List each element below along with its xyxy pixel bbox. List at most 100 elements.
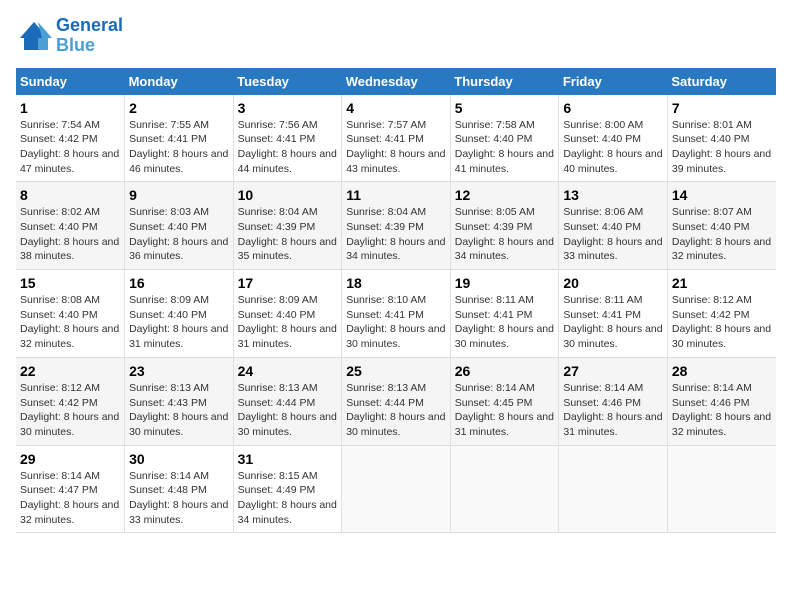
calendar-header-saturday: Saturday: [667, 68, 776, 95]
calendar-cell: 11Sunrise: 8:04 AMSunset: 4:39 PMDayligh…: [342, 182, 451, 270]
day-number: 4: [346, 100, 446, 116]
day-info: Sunrise: 8:01 AMSunset: 4:40 PMDaylight:…: [672, 118, 772, 177]
day-info: Sunrise: 8:06 AMSunset: 4:40 PMDaylight:…: [563, 205, 663, 264]
calendar-cell: [667, 445, 776, 533]
calendar-cell: 25 Sunrise: 8:13 AMSunset: 4:44 PMDayligh…: [342, 357, 451, 445]
day-info: Sunrise: 8:13 AMSunset: 4:43 PMDaylight:…: [129, 381, 229, 440]
day-number: 25: [346, 363, 446, 379]
calendar-table: SundayMondayTuesdayWednesdayThursdayFrid…: [16, 68, 776, 534]
calendar-header-sunday: Sunday: [16, 68, 125, 95]
day-number: 18: [346, 275, 446, 291]
calendar-week-4: 22Sunrise: 8:12 AMSunset: 4:42 PMDayligh…: [16, 357, 776, 445]
day-info: Sunrise: 8:14 AMSunset: 4:48 PMDaylight:…: [129, 469, 229, 528]
day-number: 13: [563, 187, 663, 203]
day-info: Sunrise: 7:57 AMSunset: 4:41 PMDaylight:…: [346, 118, 446, 177]
calendar-header-tuesday: Tuesday: [233, 68, 342, 95]
day-number: 9: [129, 187, 229, 203]
day-number: 2: [129, 100, 229, 116]
calendar-cell: 3Sunrise: 7:56 AMSunset: 4:41 PMDaylight…: [233, 95, 342, 182]
calendar-header-thursday: Thursday: [450, 68, 559, 95]
calendar-cell: 1 Sunrise: 7:54 AMSunset: 4:42 PMDaylight…: [16, 95, 125, 182]
calendar-header-wednesday: Wednesday: [342, 68, 451, 95]
calendar-cell: 28 Sunrise: 8:14 AMSunset: 4:46 PMDayligh…: [667, 357, 776, 445]
calendar-cell: 15 Sunrise: 8:08 AMSunset: 4:40 PMDayligh…: [16, 270, 125, 358]
calendar-cell: 27 Sunrise: 8:14 AMSunset: 4:46 PMDayligh…: [559, 357, 668, 445]
day-number: 31: [238, 451, 338, 467]
day-number: 27: [563, 363, 663, 379]
calendar-week-5: 29 Sunrise: 8:14 AMSunset: 4:47 PMDayligh…: [16, 445, 776, 533]
day-info: Sunrise: 8:14 AMSunset: 4:46 PMDaylight:…: [672, 381, 772, 440]
day-number: 8: [20, 187, 120, 203]
day-number: 23: [129, 363, 229, 379]
calendar-cell: 18 Sunrise: 8:10 AMSunset: 4:41 PMDayligh…: [342, 270, 451, 358]
calendar-week-3: 15 Sunrise: 8:08 AMSunset: 4:40 PMDayligh…: [16, 270, 776, 358]
day-number: 17: [238, 275, 338, 291]
day-info: Sunrise: 8:15 AMSunset: 4:49 PMDaylight:…: [238, 469, 338, 528]
day-info: Sunrise: 8:14 AMSunset: 4:46 PMDaylight:…: [563, 381, 663, 440]
day-info: Sunrise: 8:09 AMSunset: 4:40 PMDaylight:…: [129, 293, 229, 352]
calendar-cell: 23 Sunrise: 8:13 AMSunset: 4:43 PMDayligh…: [125, 357, 234, 445]
day-number: 14: [672, 187, 772, 203]
day-number: 29: [20, 451, 120, 467]
calendar-cell: 26Sunrise: 8:14 AMSunset: 4:45 PMDayligh…: [450, 357, 559, 445]
day-info: Sunrise: 8:03 AMSunset: 4:40 PMDaylight:…: [129, 205, 229, 264]
day-info: Sunrise: 8:08 AMSunset: 4:40 PMDaylight:…: [20, 293, 120, 352]
calendar-cell: [450, 445, 559, 533]
day-info: Sunrise: 8:14 AMSunset: 4:47 PMDaylight:…: [20, 469, 120, 528]
day-info: Sunrise: 7:56 AMSunset: 4:41 PMDaylight:…: [238, 118, 338, 177]
calendar-header: SundayMondayTuesdayWednesdayThursdayFrid…: [16, 68, 776, 95]
calendar-cell: 13 Sunrise: 8:06 AMSunset: 4:40 PMDayligh…: [559, 182, 668, 270]
day-number: 30: [129, 451, 229, 467]
calendar-cell: 24Sunrise: 8:13 AMSunset: 4:44 PMDayligh…: [233, 357, 342, 445]
logo: General Blue: [16, 16, 123, 56]
calendar-cell: [559, 445, 668, 533]
day-number: 22: [20, 363, 120, 379]
calendar-cell: 2 Sunrise: 7:55 AMSunset: 4:41 PMDaylight…: [125, 95, 234, 182]
calendar-cell: 17 Sunrise: 8:09 AMSunset: 4:40 PMDayligh…: [233, 270, 342, 358]
day-number: 10: [238, 187, 338, 203]
calendar-cell: 9 Sunrise: 8:03 AMSunset: 4:40 PMDaylight…: [125, 182, 234, 270]
calendar-cell: 29 Sunrise: 8:14 AMSunset: 4:47 PMDayligh…: [16, 445, 125, 533]
calendar-cell: 4 Sunrise: 7:57 AMSunset: 4:41 PMDaylight…: [342, 95, 451, 182]
calendar-header-monday: Monday: [125, 68, 234, 95]
day-info: Sunrise: 7:55 AMSunset: 4:41 PMDaylight:…: [129, 118, 229, 177]
day-info: Sunrise: 8:11 AMSunset: 4:41 PMDaylight:…: [455, 293, 555, 352]
day-number: 19: [455, 275, 555, 291]
calendar-cell: 12 Sunrise: 8:05 AMSunset: 4:39 PMDayligh…: [450, 182, 559, 270]
day-number: 20: [563, 275, 663, 291]
calendar-body: 1 Sunrise: 7:54 AMSunset: 4:42 PMDaylight…: [16, 95, 776, 533]
calendar-cell: 16 Sunrise: 8:09 AMSunset: 4:40 PMDayligh…: [125, 270, 234, 358]
calendar-cell: 14Sunrise: 8:07 AMSunset: 4:40 PMDayligh…: [667, 182, 776, 270]
day-info: Sunrise: 8:12 AMSunset: 4:42 PMDaylight:…: [672, 293, 772, 352]
day-info: Sunrise: 7:54 AMSunset: 4:42 PMDaylight:…: [20, 118, 120, 177]
logo-icon: [16, 18, 52, 54]
day-info: Sunrise: 8:11 AMSunset: 4:41 PMDaylight:…: [563, 293, 663, 352]
page-header: General Blue: [16, 16, 776, 56]
day-number: 11: [346, 187, 446, 203]
day-number: 5: [455, 100, 555, 116]
day-number: 6: [563, 100, 663, 116]
day-number: 21: [672, 275, 772, 291]
day-info: Sunrise: 8:10 AMSunset: 4:41 PMDaylight:…: [346, 293, 446, 352]
day-number: 12: [455, 187, 555, 203]
day-info: Sunrise: 8:13 AMSunset: 4:44 PMDaylight:…: [346, 381, 446, 440]
calendar-cell: 31 Sunrise: 8:15 AMSunset: 4:49 PMDayligh…: [233, 445, 342, 533]
calendar-cell: 30 Sunrise: 8:14 AMSunset: 4:48 PMDayligh…: [125, 445, 234, 533]
day-number: 1: [20, 100, 120, 116]
day-number: 16: [129, 275, 229, 291]
day-info: Sunrise: 8:05 AMSunset: 4:39 PMDaylight:…: [455, 205, 555, 264]
calendar-header-friday: Friday: [559, 68, 668, 95]
day-number: 15: [20, 275, 120, 291]
day-number: 7: [672, 100, 772, 116]
calendar-week-1: 1 Sunrise: 7:54 AMSunset: 4:42 PMDaylight…: [16, 95, 776, 182]
day-number: 26: [455, 363, 555, 379]
calendar-cell: 21 Sunrise: 8:12 AMSunset: 4:42 PMDayligh…: [667, 270, 776, 358]
day-info: Sunrise: 8:09 AMSunset: 4:40 PMDaylight:…: [238, 293, 338, 352]
calendar-cell: 8 Sunrise: 8:02 AMSunset: 4:40 PMDaylight…: [16, 182, 125, 270]
day-number: 28: [672, 363, 772, 379]
calendar-cell: 20 Sunrise: 8:11 AMSunset: 4:41 PMDayligh…: [559, 270, 668, 358]
day-info: Sunrise: 8:02 AMSunset: 4:40 PMDaylight:…: [20, 205, 120, 264]
day-info: Sunrise: 8:13 AMSunset: 4:44 PMDaylight:…: [238, 381, 338, 440]
calendar-cell: 10Sunrise: 8:04 AMSunset: 4:39 PMDayligh…: [233, 182, 342, 270]
day-info: Sunrise: 8:00 AMSunset: 4:40 PMDaylight:…: [563, 118, 663, 177]
